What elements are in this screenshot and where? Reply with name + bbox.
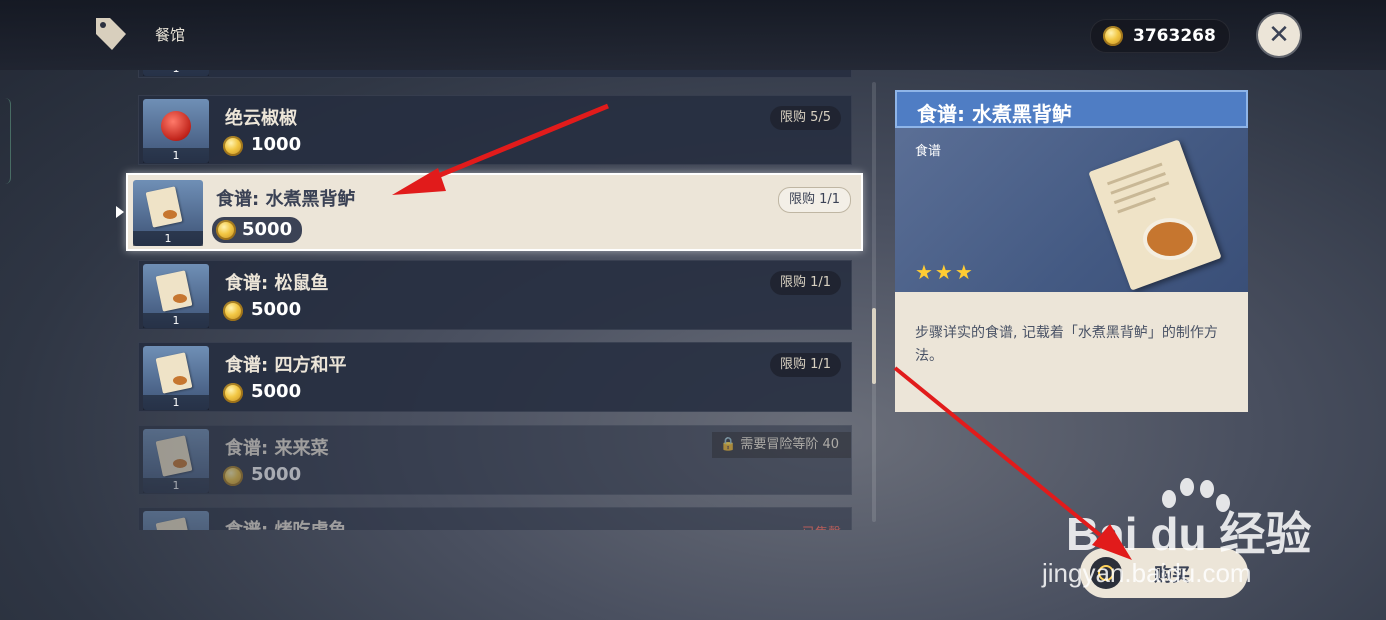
- item-thumbnail: 1: [143, 70, 209, 76]
- detail-category: 食谱: [915, 144, 942, 159]
- item-name: 绝云椒椒: [225, 108, 297, 129]
- detail-title: 食谱: 水煮黑背鲈: [917, 102, 1072, 126]
- selection-pointer-icon: [116, 206, 124, 218]
- list-item-recipe-squirrel-fish[interactable]: 1 食谱: 松鼠鱼 5000 限购 1/1: [138, 260, 852, 330]
- item-thumbnail: 1: [143, 346, 209, 410]
- item-price: 5000: [212, 217, 302, 243]
- watermark-url: jingyan.baidu.com: [1042, 558, 1252, 588]
- recipe-paper-icon: [155, 517, 193, 530]
- detail-artwork: 食谱 ★★★: [895, 128, 1248, 292]
- item-thumbnail: [143, 511, 209, 530]
- fish-dish-icon: [1147, 222, 1193, 256]
- item-quantity: 1: [143, 478, 209, 493]
- side-tab-indicator[interactable]: [0, 98, 11, 184]
- purchase-limit-badge: 限购 5/5: [769, 106, 841, 130]
- item-quantity: 1: [143, 313, 209, 328]
- item-quantity: 1: [143, 395, 209, 410]
- item-price-value: 5000: [251, 381, 302, 402]
- item-price-value: 5000: [251, 464, 302, 485]
- detail-description: 步骤详实的食谱, 记载着「水煮黑背鲈」的制作方法。: [895, 292, 1248, 412]
- top-bar: 餐馆 3763268 ✕: [0, 0, 1386, 70]
- mora-coin-icon: [223, 383, 243, 403]
- recipe-paper-icon: [155, 270, 193, 312]
- item-name: 食谱: 四方和平: [225, 355, 347, 376]
- mora-coin-icon: [1103, 26, 1123, 46]
- item-quantity: 1: [143, 148, 209, 163]
- watermark-logo-text: Bai du 经验: [1066, 508, 1312, 560]
- mora-coin-icon: [223, 301, 243, 321]
- item-thumbnail: 1: [143, 264, 209, 328]
- scrollbar-thumb[interactable]: [872, 308, 876, 384]
- list-item-recipe-four-sides[interactable]: 1 食谱: 四方和平 5000 限购 1/1: [138, 342, 852, 412]
- recipe-scroll-icon: [1088, 139, 1222, 291]
- purchase-limit-badge: 限购 1/1: [777, 187, 851, 213]
- item-name: 食谱: 烤吃虎鱼: [225, 516, 346, 530]
- close-icon: ✕: [1268, 20, 1290, 50]
- close-button[interactable]: ✕: [1258, 14, 1300, 56]
- item-price-value: 5000: [242, 219, 293, 240]
- list-item-partial[interactable]: 1: [138, 70, 852, 78]
- item-quantity: 1: [133, 231, 203, 246]
- mora-amount: 3763268: [1133, 26, 1216, 46]
- item-thumbnail: 1: [143, 99, 209, 163]
- item-list[interactable]: 1 1 绝云椒椒 1000 限购 5/5 1 食谱: 松鼠鱼 5000 限购 1…: [138, 70, 852, 530]
- item-name: 食谱: 来来菜: [225, 438, 329, 459]
- level-requirement-badge: 🔒 需要冒险等阶 40: [711, 432, 851, 458]
- item-price-value: 5000: [251, 299, 302, 320]
- recipe-paper-icon: [155, 435, 193, 477]
- level-requirement-text: 需要冒险等阶 40: [740, 437, 839, 452]
- item-price-value: 1000: [251, 134, 302, 155]
- mora-coin-icon: [223, 136, 243, 156]
- mora-coin-icon: [216, 220, 236, 240]
- item-name: 食谱: 松鼠鱼: [225, 273, 329, 294]
- detail-header: 食谱: 水煮黑背鲈: [895, 90, 1248, 128]
- rarity-stars-icon: ★★★: [915, 260, 975, 284]
- baidu-watermark: Bai du 经验 jingyan.baidu.com: [1042, 470, 1366, 600]
- mora-coin-icon: [223, 466, 243, 486]
- item-detail-panel: 食谱: 水煮黑背鲈 食谱 ★★★ 步骤详实的食谱, 记载着「水煮黑背鲈」的制作方…: [895, 90, 1248, 412]
- item-name: 食谱: 水煮黑背鲈: [216, 189, 356, 210]
- list-item-recipe-black-back-bass-selected[interactable]: 1 食谱: 水煮黑背鲈 5000 限购 1/1: [126, 173, 863, 251]
- list-scrollbar[interactable]: [872, 82, 876, 522]
- chili-icon: [161, 111, 191, 141]
- item-thumbnail: 1: [133, 180, 203, 246]
- purchase-limit-badge: 限购 1/1: [769, 271, 841, 295]
- mora-balance: 3763268: [1090, 19, 1230, 53]
- list-item-recipe-sold-out[interactable]: 食谱: 烤吃虎鱼 已售罄: [138, 507, 852, 530]
- lock-icon: 🔒: [719, 437, 737, 452]
- recipe-paper-icon: [155, 352, 193, 394]
- purchase-limit-badge: 限购 1/1: [769, 353, 841, 377]
- list-item-jueyun-chili[interactable]: 1 绝云椒椒 1000 限购 5/5: [138, 95, 852, 165]
- sold-out-label: 已售罄: [802, 522, 841, 530]
- list-item-recipe-locked[interactable]: 1 食谱: 来来菜 5000 🔒 需要冒险等阶 40: [138, 425, 852, 495]
- shop-title: 餐馆: [155, 26, 186, 44]
- price-tag-icon: [96, 18, 126, 50]
- recipe-paper-icon: [145, 186, 183, 228]
- item-thumbnail: 1: [143, 429, 209, 493]
